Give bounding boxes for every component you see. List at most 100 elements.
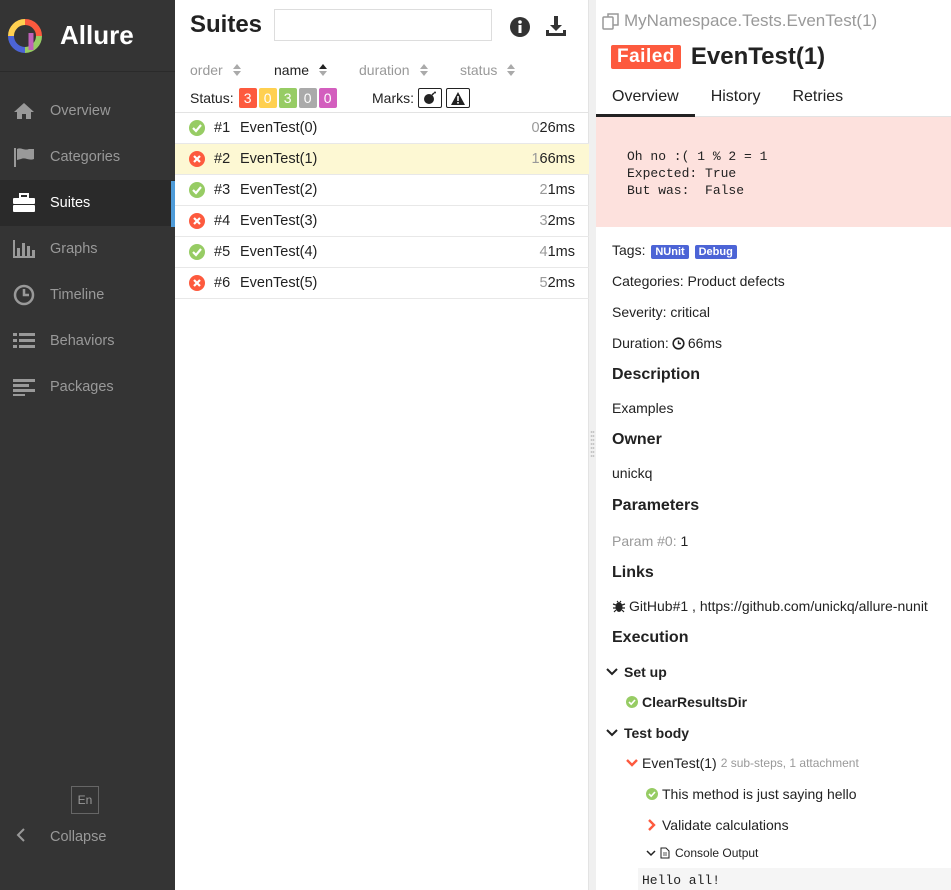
status-badge-unknown[interactable]: 0 (318, 88, 337, 108)
row-number: #1 (214, 120, 231, 136)
sort-name[interactable]: name (274, 62, 328, 78)
file-icon (660, 847, 670, 859)
chevron-left-icon (16, 828, 34, 846)
error-message: Oh no :( 1 % 2 = 1 Expected: True But wa… (596, 117, 951, 227)
duration-order: 4 (539, 244, 548, 260)
copy-icon[interactable] (602, 12, 620, 30)
brand[interactable]: Allure (0, 0, 175, 72)
attachment-toggle[interactable]: Console Output (646, 846, 758, 860)
failed-icon (189, 275, 205, 291)
collapse-button[interactable]: Collapse (0, 822, 175, 852)
row-number: #5 (214, 244, 231, 260)
duration-order: 1 (531, 151, 540, 167)
table-row[interactable]: #3 EvenTest(2) 21ms (175, 175, 589, 206)
sidebar-item-overview[interactable]: Overview (0, 88, 175, 134)
severity-line: Severity: critical (612, 304, 711, 320)
sort-label: name (274, 62, 310, 78)
sidebar-item-suites[interactable]: Suites (0, 180, 175, 226)
sidebar-item-timeline[interactable]: Timeline (0, 272, 175, 318)
sidebar-item-label: Packages (50, 379, 114, 395)
pane-splitter[interactable] (589, 0, 596, 890)
duration-value: 1ms (547, 182, 575, 198)
param-value: 1 (680, 533, 689, 549)
table-row[interactable]: #2 EvenTest(1) 166ms (175, 144, 589, 175)
sidebar-item-categories[interactable]: Categories (0, 134, 175, 180)
sidebar-item-behaviors[interactable]: Behaviors (0, 318, 175, 364)
duration-order: 2 (539, 182, 548, 198)
drag-handle-icon[interactable] (590, 430, 595, 460)
status-badge-failed[interactable]: 3 (238, 88, 257, 108)
body-step-meta: 2 sub-steps, 1 attachment (720, 756, 859, 770)
console-output: Hello all! (638, 868, 951, 890)
duration-value: 2ms (547, 275, 575, 291)
table-row[interactable]: #6 EvenTest(5) 52ms (175, 268, 589, 299)
breadcrumb[interactable]: MyNamespace.Tests.EvenTest(1) (602, 11, 877, 31)
clock-icon (12, 284, 36, 306)
duration-value: 26ms (539, 120, 575, 136)
sub-step[interactable]: Validate calculations (648, 817, 789, 833)
flag-icon (12, 147, 36, 167)
sort-status[interactable]: status (460, 62, 516, 78)
row-duration: 166ms (531, 151, 575, 167)
categories-line: Categories: Product defects (612, 273, 785, 289)
warning-icon[interactable] (446, 88, 470, 108)
row-name: EvenTest(3) (240, 213, 318, 229)
body-step[interactable]: EvenTest(1) 2 sub-steps, 1 attachment (626, 755, 859, 771)
tab-retries[interactable]: Retries (776, 83, 859, 117)
row-duration: 41ms (540, 244, 575, 260)
clock-icon (672, 336, 685, 350)
sort-duration[interactable]: duration (359, 62, 428, 78)
tags-label: Tags: (612, 242, 646, 258)
attachment-label: Console Output (675, 846, 759, 860)
info-icon[interactable] (509, 16, 531, 38)
link-item[interactable]: GitHub#1 , https://github.com/unickq/all… (612, 598, 928, 614)
duration-label: Duration: (612, 335, 669, 351)
sidebar-item-packages[interactable]: Packages (0, 364, 175, 410)
sort-order[interactable]: order (190, 62, 241, 78)
row-duration: 52ms (540, 275, 575, 291)
setup-toggle[interactable]: Set up (606, 664, 667, 680)
detail-tabs: Overview History Retries (596, 83, 951, 117)
duration-value: 66ms (687, 335, 723, 351)
setup-step[interactable]: ClearResultsDir (626, 694, 747, 710)
sort-label: duration (359, 62, 410, 78)
page-title: EvenTest(1) (690, 43, 826, 70)
sub-step-label: Validate calculations (662, 817, 789, 833)
sidebar-item-graphs[interactable]: Graphs (0, 226, 175, 272)
row-number: #6 (214, 275, 231, 291)
test-detail-pane: MyNamespace.Tests.EvenTest(1) Failed Eve… (596, 0, 951, 890)
status-badge-passed[interactable]: 3 (278, 88, 297, 108)
sidebar-item-label: Categories (50, 149, 121, 165)
test-body-toggle[interactable]: Test body (606, 725, 689, 741)
status-badge-skipped[interactable]: 0 (298, 88, 317, 108)
briefcase-icon (12, 193, 36, 213)
table-row[interactable]: #1 EvenTest(0) 026ms (175, 113, 589, 144)
status-badge-broken[interactable]: 0 (258, 88, 277, 108)
tab-history[interactable]: History (695, 83, 777, 117)
language-button[interactable]: En (71, 786, 99, 814)
sort-icon (232, 64, 241, 76)
table-row[interactable]: #4 EvenTest(3) 32ms (175, 206, 589, 237)
marks-filter: Marks: (372, 88, 470, 108)
suites-pane: Suites order name duration status Status… (175, 0, 589, 890)
collapse-label: Collapse (50, 829, 107, 845)
link-text: GitHub#1 , https://github.com/unickq/all… (629, 598, 928, 614)
sorters-bar: order name duration status (175, 62, 589, 82)
sidebar: Allure Overview Categories Suites Graphs… (0, 0, 175, 890)
row-name: EvenTest(5) (240, 275, 318, 291)
owner-title: Owner (612, 431, 662, 448)
table-row[interactable]: #5 EvenTest(4) 41ms (175, 237, 589, 268)
sub-step[interactable]: This method is just saying hello (646, 786, 857, 802)
links-title: Links (612, 564, 654, 581)
pane-title: Suites (190, 11, 263, 38)
search-input[interactable] (274, 9, 492, 41)
breadcrumb-text: MyNamespace.Tests.EvenTest(1) (624, 11, 878, 30)
chevron-down-icon (606, 668, 618, 676)
row-duration: 026ms (531, 120, 575, 136)
duration-order: 0 (531, 120, 540, 136)
passed-icon (189, 182, 205, 198)
test-body-label: Test body (624, 725, 690, 741)
download-icon[interactable] (544, 14, 568, 38)
bomb-icon[interactable] (418, 88, 442, 108)
tab-overview[interactable]: Overview (596, 83, 695, 117)
